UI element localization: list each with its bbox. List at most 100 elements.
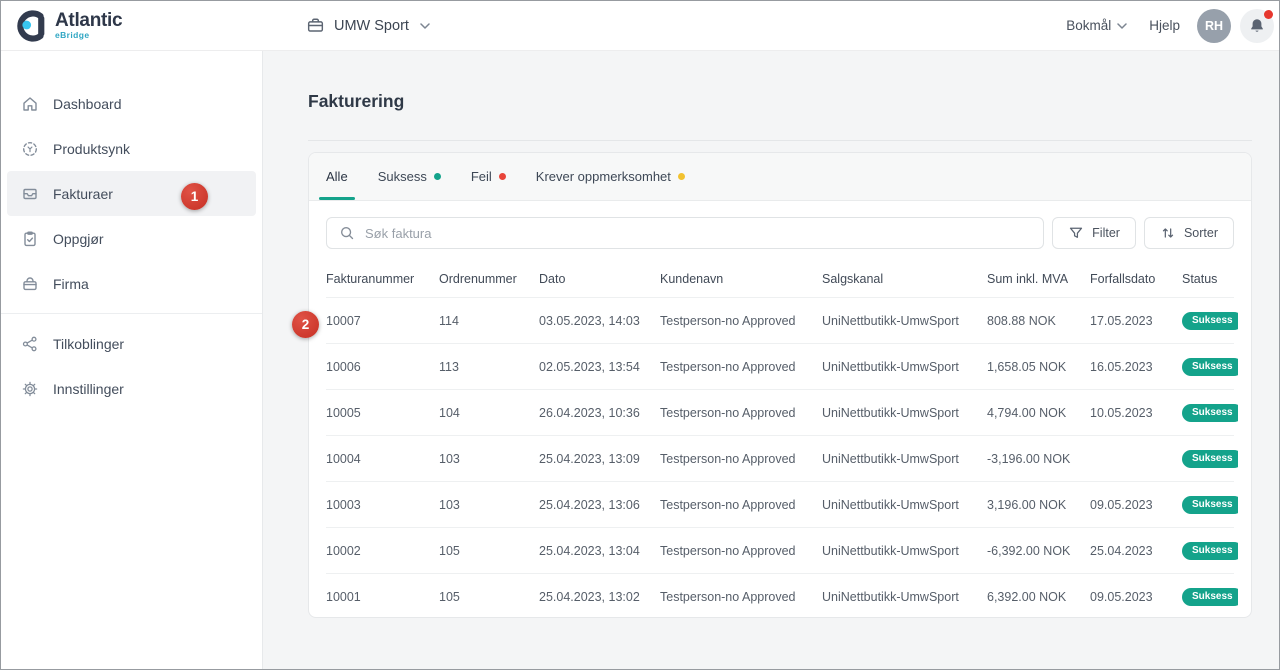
page-title: Fakturering	[308, 91, 1252, 112]
sync-icon	[21, 140, 39, 158]
cell-forfallsdato: 25.04.2023	[1090, 544, 1182, 558]
cell-fakturanummer: 10004	[326, 452, 439, 466]
search-input[interactable]	[365, 226, 1031, 241]
company-selector[interactable]: UMW Sport	[306, 16, 430, 35]
tab-status-dot	[678, 173, 685, 180]
clipboard-check-icon	[21, 230, 39, 248]
cell-status: Suksess	[1182, 358, 1238, 376]
company-name: UMW Sport	[334, 18, 409, 34]
invoice-row[interactable]: 1000210525.04.2023, 13:04Testperson-no A…	[326, 527, 1234, 573]
tab-label: Alle	[326, 169, 348, 184]
column-header: Fakturanummer	[326, 272, 439, 286]
briefcase-icon	[21, 275, 39, 293]
main-content: Fakturering Alle Suksess Feil Krever oppmer…	[263, 51, 1279, 669]
tab-label: Suksess	[378, 169, 427, 184]
chevron-down-icon	[1117, 23, 1127, 29]
cell-sum: -6,392.00 NOK	[987, 544, 1090, 558]
cell-forfallsdato: 09.05.2023	[1090, 498, 1182, 512]
avatar[interactable]: RH	[1197, 9, 1231, 43]
cell-ordrenummer: 113	[439, 360, 539, 374]
cell-fakturanummer: 10001	[326, 590, 439, 604]
cell-status: Suksess	[1182, 542, 1238, 560]
cell-status: Suksess	[1182, 588, 1238, 606]
cell-salgskanal: UniNettbutikk-UmwSport	[822, 452, 987, 466]
notifications-button[interactable]	[1240, 9, 1274, 43]
cell-dato: 26.04.2023, 10:36	[539, 406, 660, 420]
cell-dato: 25.04.2023, 13:09	[539, 452, 660, 466]
status-badge: Suksess	[1182, 450, 1238, 468]
table-body: 1000711403.05.2023, 14:03Testperson-no A…	[326, 297, 1234, 618]
sidebar-item-innstillinger[interactable]: Innstillinger	[7, 366, 256, 411]
toolbar: Filter Sorter	[309, 201, 1251, 261]
sidebar-item-produktsynk[interactable]: Produktsynk	[7, 126, 256, 171]
cell-fakturanummer: 10006	[326, 360, 439, 374]
brand-name: Atlantic	[55, 11, 122, 30]
help-link[interactable]: Hjelp	[1149, 18, 1180, 33]
tab-bar: Alle Suksess Feil Krever oppmerksomhet	[309, 153, 1251, 201]
app-logo[interactable]: Atlantic eBridge	[1, 7, 122, 45]
sidebar-item-tilkoblinger[interactable]: Tilkoblinger	[7, 321, 256, 366]
cell-dato: 02.05.2023, 13:54	[539, 360, 660, 374]
sidebar-item-label: Innstillinger	[53, 381, 124, 397]
bell-icon	[1248, 17, 1266, 35]
invoices-table: FakturanummerOrdrenummerDatoKundenavnSal…	[309, 261, 1251, 618]
invoice-row[interactable]: 1000611302.05.2023, 13:54Testperson-no A…	[326, 343, 1234, 389]
topbar-right: Bokmål Hjelp RH	[1066, 9, 1279, 43]
invoice-row[interactable]: 1000310325.04.2023, 13:06Testperson-no A…	[326, 481, 1234, 527]
cell-salgskanal: UniNettbutikk-UmwSport	[822, 406, 987, 420]
tab-alle[interactable]: Alle	[326, 153, 348, 200]
language-selector[interactable]: Bokmål	[1066, 18, 1127, 33]
cell-dato: 25.04.2023, 13:02	[539, 590, 660, 604]
cell-dato: 03.05.2023, 14:03	[539, 314, 660, 328]
cell-sum: 3,196.00 NOK	[987, 498, 1090, 512]
sidebar-item-label: Firma	[53, 276, 89, 292]
language-label: Bokmål	[1066, 18, 1111, 33]
invoice-row[interactable]: 1000110525.04.2023, 13:02Testperson-no A…	[326, 573, 1234, 618]
invoice-row[interactable]: 1000410325.04.2023, 13:09Testperson-no A…	[326, 435, 1234, 481]
invoice-row[interactable]: 1000711403.05.2023, 14:03Testperson-no A…	[326, 297, 1234, 343]
column-header: Sum inkl. MVA	[987, 272, 1090, 286]
invoice-row[interactable]: 1000510426.04.2023, 10:36Testperson-no A…	[326, 389, 1234, 435]
sort-button-label: Sorter	[1184, 226, 1218, 240]
cell-salgskanal: UniNettbutikk-UmwSport	[822, 498, 987, 512]
cell-status: Suksess	[1182, 450, 1238, 468]
tab-status-dot	[434, 173, 441, 180]
tab-feil[interactable]: Feil	[471, 153, 506, 200]
cell-salgskanal: UniNettbutikk-UmwSport	[822, 544, 987, 558]
cell-kundenavn: Testperson-no Approved	[660, 360, 822, 374]
cell-forfallsdato: 09.05.2023	[1090, 590, 1182, 604]
tab-krever-oppmerksomhet[interactable]: Krever oppmerksomhet	[536, 153, 685, 200]
status-badge: Suksess	[1182, 312, 1238, 330]
sort-button[interactable]: Sorter	[1144, 217, 1234, 249]
tab-label: Feil	[471, 169, 492, 184]
tab-suksess[interactable]: Suksess	[378, 153, 441, 200]
cell-kundenavn: Testperson-no Approved	[660, 452, 822, 466]
cell-sum: -3,196.00 NOK	[987, 452, 1090, 466]
column-header: Forfallsdato	[1090, 272, 1182, 286]
annotation-step-2: 2	[292, 311, 319, 338]
cell-salgskanal: UniNettbutikk-UmwSport	[822, 314, 987, 328]
cell-kundenavn: Testperson-no Approved	[660, 590, 822, 604]
status-badge: Suksess	[1182, 496, 1238, 514]
sidebar-item-firma[interactable]: Firma	[7, 261, 256, 306]
cell-kundenavn: Testperson-no Approved	[660, 314, 822, 328]
tab-status-dot	[499, 173, 506, 180]
sidebar-item-dashboard[interactable]: Dashboard	[7, 81, 256, 126]
annotation-step-1: 1	[181, 183, 208, 210]
cell-fakturanummer: 10003	[326, 498, 439, 512]
status-badge: Suksess	[1182, 358, 1238, 376]
share-icon	[21, 335, 39, 353]
search-icon	[339, 225, 355, 241]
cell-dato: 25.04.2023, 13:04	[539, 544, 660, 558]
cell-salgskanal: UniNettbutikk-UmwSport	[822, 590, 987, 604]
sidebar-item-oppgjør[interactable]: Oppgjør	[7, 216, 256, 261]
sidebar-item-fakturaer[interactable]: Fakturaer	[7, 171, 256, 216]
cell-ordrenummer: 105	[439, 590, 539, 604]
cell-kundenavn: Testperson-no Approved	[660, 406, 822, 420]
column-header: Salgskanal	[822, 272, 987, 286]
sidebar-item-label: Oppgjør	[53, 231, 104, 247]
cell-forfallsdato: 17.05.2023	[1090, 314, 1182, 328]
filter-button[interactable]: Filter	[1052, 217, 1136, 249]
atlantic-logo-icon	[12, 7, 50, 45]
sidebar-item-label: Dashboard	[53, 96, 122, 112]
